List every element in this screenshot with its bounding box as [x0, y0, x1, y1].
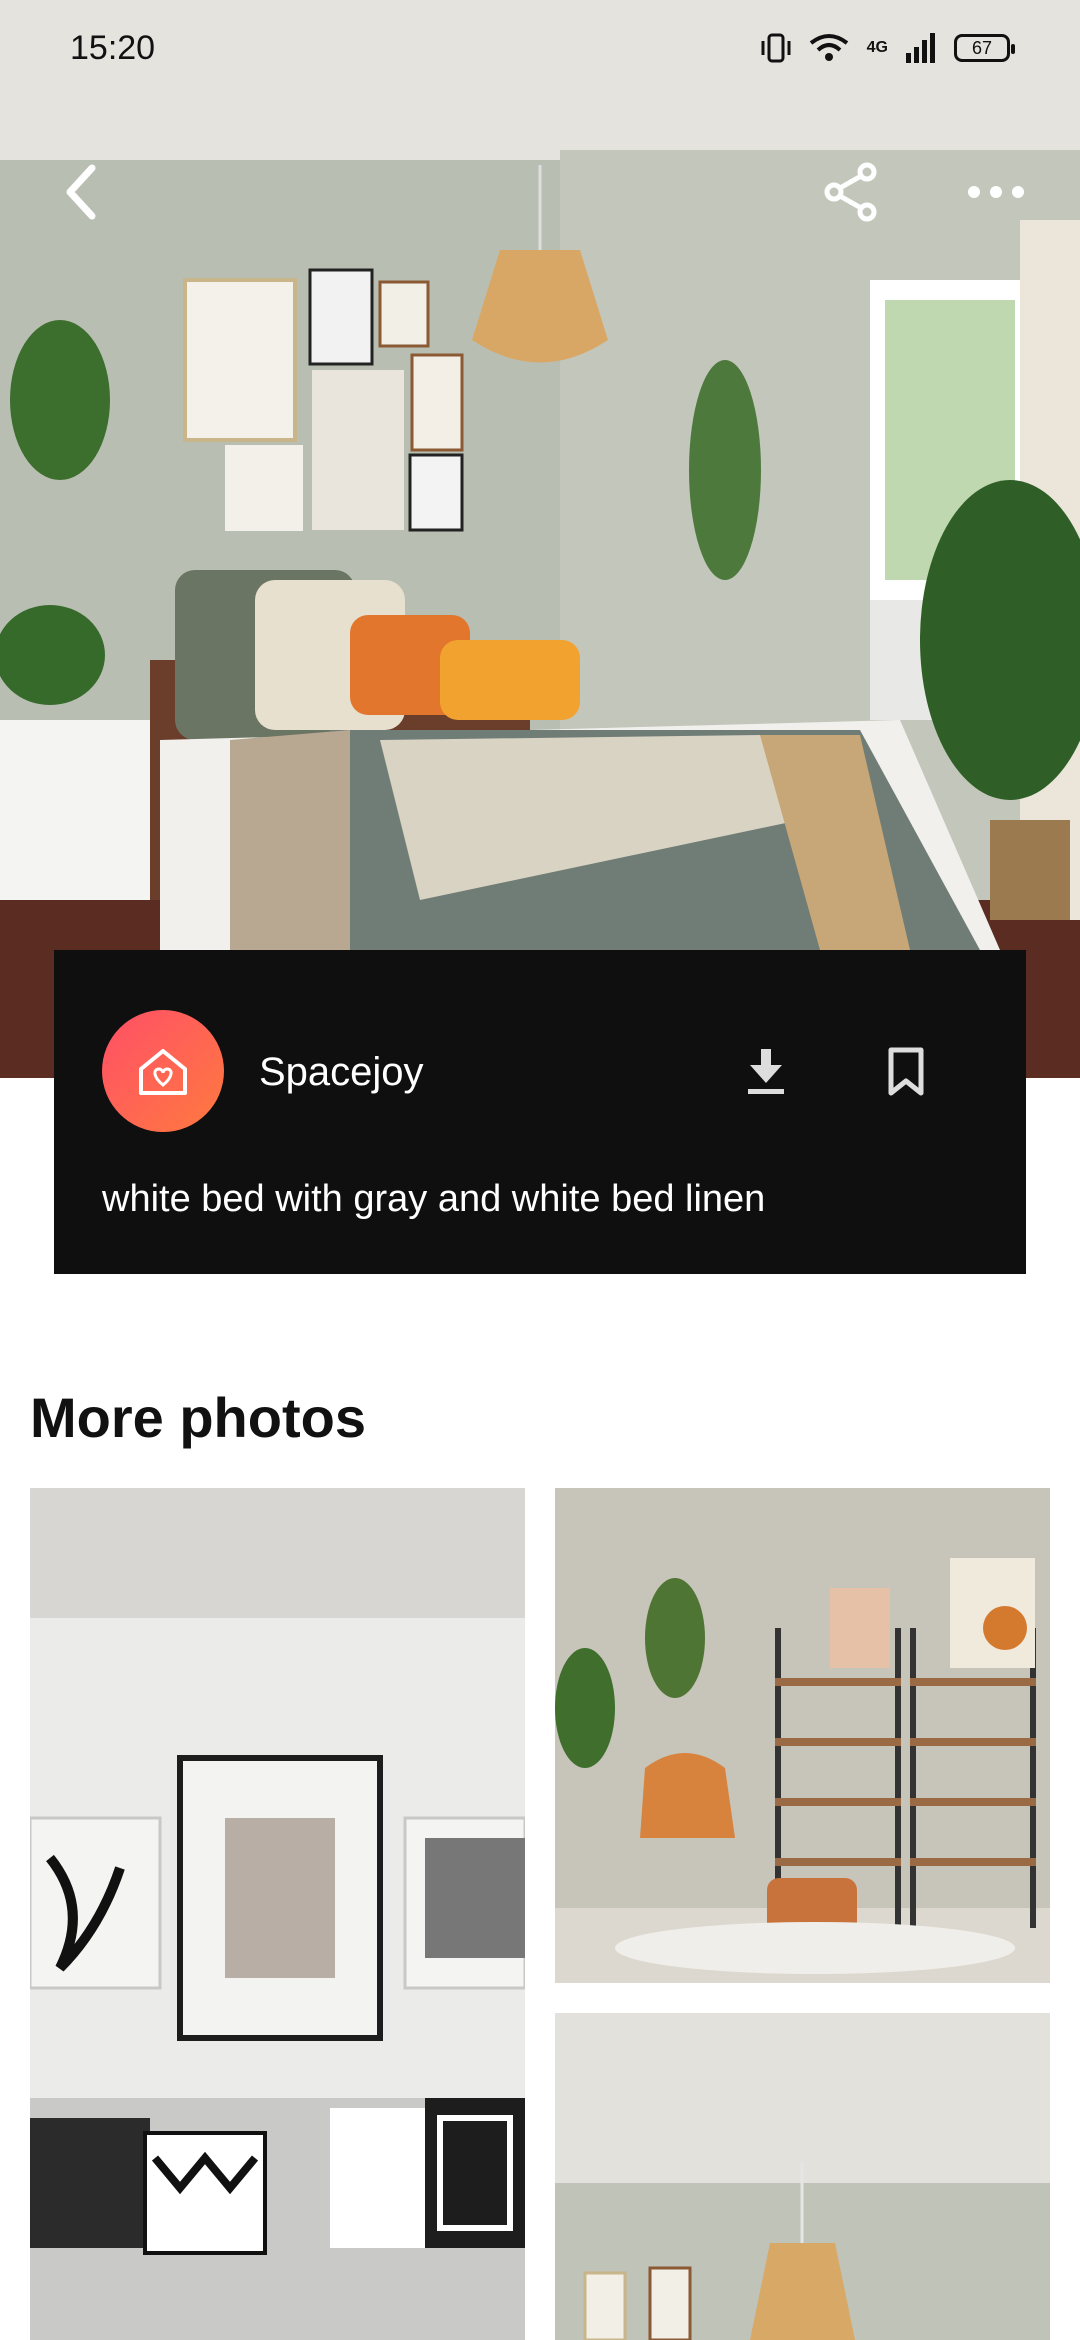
back-chevron-icon: [66, 164, 96, 220]
download-button[interactable]: [734, 1040, 798, 1104]
more-photo-tile[interactable]: [555, 2013, 1050, 2340]
wifi-icon: [809, 34, 848, 61]
vibrate-icon: [761, 33, 791, 63]
back-button[interactable]: [50, 160, 114, 224]
house-heart-icon: [139, 1049, 187, 1095]
status-bar: 15:20 4G 67: [0, 0, 1080, 96]
author-avatar[interactable]: [102, 1010, 224, 1132]
more-photos-title: More photos: [30, 1386, 366, 1449]
download-icon: [748, 1049, 784, 1094]
bookmark-button[interactable]: [874, 1040, 938, 1104]
share-button[interactable]: [820, 160, 884, 224]
battery-icon: 67: [954, 34, 1015, 62]
share-icon: [824, 162, 877, 222]
more-dots-icon: [968, 186, 1024, 198]
more-photo-tile[interactable]: [555, 1488, 1050, 1983]
more-photo-tile[interactable]: [30, 1488, 525, 2340]
bookmark-icon: [888, 1047, 924, 1096]
battery-level: 67: [971, 37, 993, 58]
hero-photo[interactable]: 15:20 4G 67: [0, 0, 1080, 1078]
more-button[interactable]: [964, 160, 1028, 224]
signal-icon: [906, 33, 935, 63]
network-label: 4G: [866, 39, 888, 56]
status-time: 15:20: [70, 28, 156, 67]
photo-info-card: Spacejoy white bed with gray and white b…: [54, 950, 1026, 1274]
author-name[interactable]: Spacejoy: [259, 1050, 424, 1095]
photo-description: white bed with gray and white bed linen: [102, 1178, 766, 1220]
